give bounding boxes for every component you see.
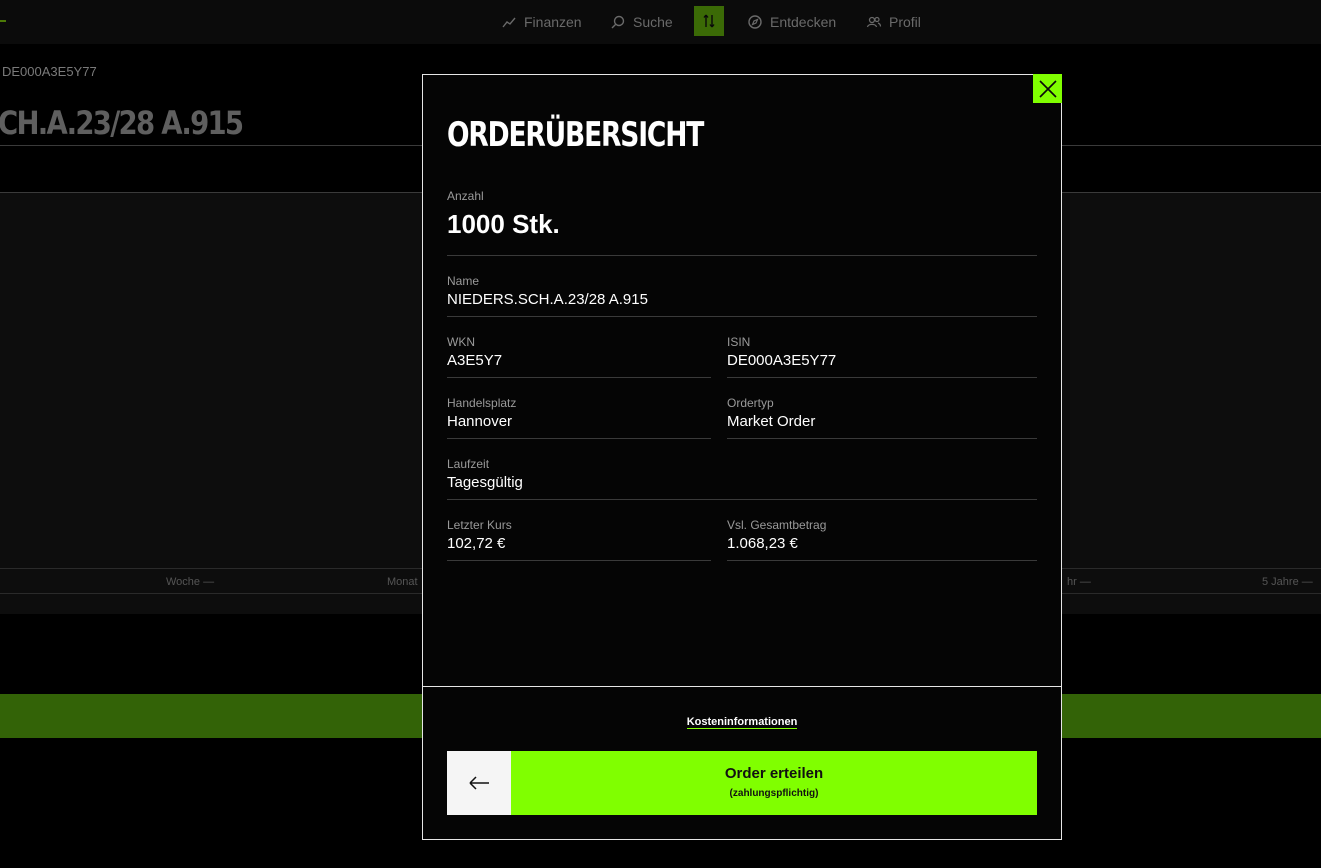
- modal-title: ORDERÜBERSICHT: [447, 115, 704, 155]
- cost-information-link[interactable]: Kosteninformationen: [686, 716, 798, 729]
- field-value: NIEDERS.SCH.A.23/28 A.915: [447, 291, 648, 308]
- background-isin: DE000A3E5Y77: [2, 64, 97, 79]
- field-value: Hannover: [447, 413, 513, 430]
- field-value: 1000 Stk.: [447, 209, 560, 239]
- background-instrument-title: CH.A.23/28 A.915: [0, 104, 244, 142]
- close-icon: [1038, 79, 1057, 98]
- field-label: Name: [447, 274, 480, 288]
- field-label: Ordertyp: [727, 396, 774, 410]
- field-name: Name NIEDERS.SCH.A.23/28 A.915: [447, 272, 1037, 317]
- place-order-button[interactable]: Order erteilen (zahlungspflichtig): [511, 751, 1037, 815]
- range-tab-5-years[interactable]: 5 Jahre —: [1262, 576, 1313, 588]
- field-label: Anzahl: [447, 189, 484, 203]
- users-icon: [866, 16, 882, 28]
- arrow-left-icon: [469, 776, 489, 790]
- field-value: 102,72 €: [447, 535, 506, 552]
- field-label: Handelsplatz: [447, 396, 517, 410]
- footer-divider: [423, 686, 1061, 687]
- field-label: Letzter Kurs: [447, 518, 512, 532]
- field-letzter-kurs: Letzter Kurs 102,72 €: [447, 516, 711, 561]
- compass-icon: [748, 15, 762, 29]
- field-value: A3E5Y7: [447, 352, 503, 369]
- field-label: ISIN: [727, 335, 751, 349]
- range-tab-year[interactable]: hr —: [1067, 576, 1091, 588]
- nav-item-label: Profil: [889, 14, 921, 30]
- back-button[interactable]: [447, 751, 511, 815]
- nav-item-finanzen[interactable]: Finanzen: [501, 13, 582, 31]
- nav-logo-mark: [0, 20, 6, 22]
- range-tab-week[interactable]: Woche —: [166, 576, 214, 588]
- field-value: 1.068,23 €: [727, 535, 798, 552]
- field-handelsplatz: Handelsplatz Hannover: [447, 394, 711, 439]
- place-order-label: Order erteilen: [724, 765, 824, 782]
- search-icon: [611, 15, 625, 29]
- chart-icon: [502, 17, 516, 28]
- field-value: Tagesgültig: [447, 474, 523, 491]
- field-laufzeit: Laufzeit Tagesgültig: [447, 455, 1037, 500]
- trade-arrows-icon: [703, 14, 715, 28]
- nav-item-entdecken[interactable]: Entdecken: [747, 13, 836, 31]
- field-value: Market Order: [727, 413, 816, 430]
- nav-item-trade[interactable]: [694, 6, 724, 36]
- cost-information-link-wrapper: Kosteninformationen: [423, 716, 1061, 729]
- field-anzahl: Anzahl 1000 Stk.: [447, 187, 1037, 256]
- nav-item-profil[interactable]: Profil: [866, 13, 921, 31]
- field-wkn: WKN A3E5Y7: [447, 333, 711, 378]
- nav-item-label: Finanzen: [524, 14, 582, 30]
- range-tab-month[interactable]: Monat: [387, 576, 418, 588]
- field-isin: ISIN DE000A3E5Y77: [727, 333, 1037, 378]
- place-order-sublabel: (zahlungspflichtig): [729, 788, 819, 799]
- field-ordertyp: Ordertyp Market Order: [727, 394, 1037, 439]
- close-button[interactable]: [1033, 74, 1062, 103]
- top-navigation: Finanzen Suche Entdecken Profil: [0, 0, 1321, 44]
- field-label: Vsl. Gesamtbetrag: [727, 518, 827, 532]
- order-overview-modal: ORDERÜBERSICHT Anzahl 1000 Stk. Name NIE…: [422, 74, 1062, 840]
- field-label: WKN: [447, 335, 475, 349]
- nav-item-label: Entdecken: [770, 14, 837, 30]
- nav-item-suche[interactable]: Suche: [610, 13, 673, 31]
- field-value: DE000A3E5Y77: [727, 352, 837, 369]
- field-gesamtbetrag: Vsl. Gesamtbetrag 1.068,23 €: [727, 516, 1037, 561]
- nav-item-label: Suche: [633, 14, 673, 30]
- field-label: Laufzeit: [447, 457, 490, 471]
